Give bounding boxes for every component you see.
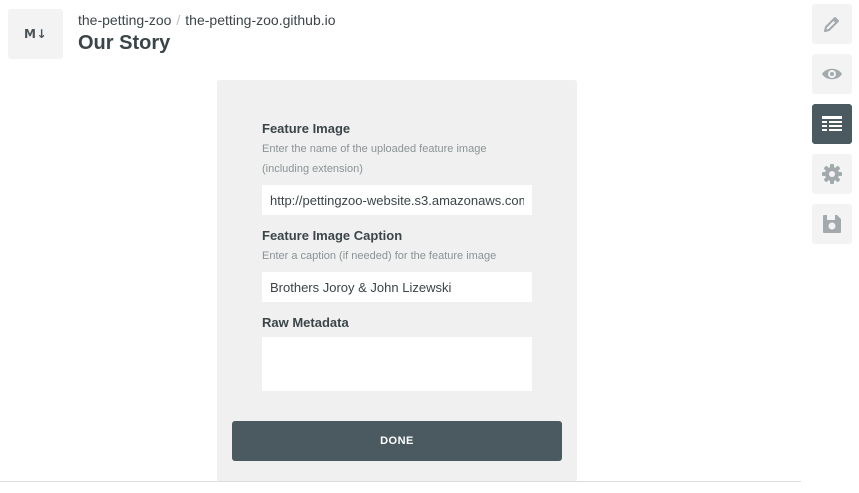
- edit-button[interactable]: [812, 4, 852, 44]
- feature-image-help: Enter the name of the uploaded feature i…: [262, 143, 487, 175]
- pencil-icon: [824, 17, 839, 32]
- breadcrumb-org-link[interactable]: the-petting-zoo: [78, 12, 171, 28]
- preview-button[interactable]: [812, 54, 852, 94]
- breadcrumb-repo-link[interactable]: the-petting-zoo.github.io: [185, 12, 335, 28]
- markdown-file-icon: M↓: [8, 9, 63, 59]
- done-button[interactable]: DONE: [232, 421, 562, 461]
- save-icon: [823, 215, 841, 233]
- raw-metadata-label: Raw Metadata: [262, 315, 349, 330]
- divider: [0, 481, 801, 482]
- feature-image-label: Feature Image: [262, 121, 351, 136]
- feature-image-input[interactable]: [262, 185, 532, 215]
- feature-image-caption-input[interactable]: [262, 272, 532, 302]
- list-icon: [822, 116, 842, 131]
- side-toolbar: [812, 4, 852, 254]
- gear-icon: [822, 164, 842, 184]
- page-title: Our Story: [78, 32, 171, 54]
- feature-image-caption-help: Enter a caption (if needed) for the feat…: [262, 250, 497, 262]
- metadata-panel: Feature Image Enter the name of the uplo…: [217, 80, 577, 482]
- feature-image-caption-label: Feature Image Caption: [262, 228, 403, 243]
- breadcrumb: the-petting-zoo / the-petting-zoo.github.i…: [78, 12, 336, 28]
- raw-metadata-textarea[interactable]: [262, 337, 532, 391]
- eye-icon: [822, 68, 842, 80]
- save-button[interactable]: [812, 204, 852, 244]
- metadata-button[interactable]: [812, 104, 852, 144]
- settings-button[interactable]: [812, 154, 852, 194]
- breadcrumb-separator: /: [176, 12, 181, 28]
